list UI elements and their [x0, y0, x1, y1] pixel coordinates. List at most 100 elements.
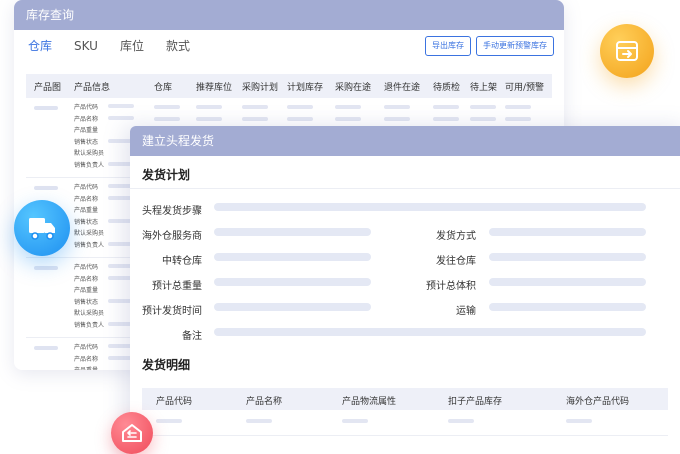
- time-field[interactable]: [214, 303, 371, 311]
- tab-style[interactable]: 款式: [166, 37, 190, 57]
- tab-location[interactable]: 库位: [120, 37, 144, 57]
- remark-field[interactable]: [214, 328, 646, 336]
- product-thumbnail: [34, 106, 58, 110]
- product-thumbnail: [34, 346, 58, 350]
- truck-icon: [29, 218, 55, 240]
- cell-placeholder: [154, 105, 180, 109]
- col-header: 计划库存: [287, 83, 324, 93]
- product-field-label: 销售状态: [74, 138, 99, 146]
- volume-label: 预计总体积: [426, 281, 476, 292]
- product-field-label: 产品重量: [74, 207, 99, 214]
- cell-placeholder: [196, 105, 222, 109]
- transit-field[interactable]: [214, 253, 371, 261]
- detail-col-header: 产品物流属性: [342, 397, 397, 407]
- inventory-title: 库存查询: [14, 0, 564, 30]
- product-field-label: 销售状态: [74, 298, 99, 306]
- product-field-label: 产品代码: [74, 344, 99, 351]
- product-field-label: 默认采购员: [74, 150, 105, 157]
- provider-label: 海外仓服务商: [142, 231, 202, 242]
- product-field-label: 产品重量: [74, 287, 99, 294]
- product-field-label: 产品重量: [74, 365, 98, 370]
- product-field-label: 销售状态: [74, 218, 99, 226]
- detail-section-title: 发货明细: [142, 358, 191, 372]
- detail-col-header: 扣子产品库存: [448, 397, 503, 407]
- cell-placeholder: [505, 105, 531, 109]
- cell-placeholder: [287, 117, 313, 121]
- product-field-label: 默认采购员: [74, 310, 105, 317]
- cell-placeholder: [156, 419, 182, 423]
- cell-placeholder: [505, 117, 531, 121]
- transit-label: 中转仓库: [162, 256, 202, 267]
- cell-placeholder: [384, 117, 410, 121]
- shipment-title: 建立头程发货: [130, 126, 680, 156]
- warehouse-export-icon: [616, 41, 638, 61]
- product-field-value: [108, 104, 134, 108]
- update-alert-inventory-button[interactable]: 手动更新预警库存: [476, 36, 554, 56]
- cell-placeholder: [342, 419, 368, 423]
- product-field-label: 销售负责人: [74, 241, 105, 249]
- shipment-window: 建立头程发货 发货计划 头程发货步骤 海外仓服务商 发货方式 中转仓库 发往仓库…: [130, 126, 680, 454]
- col-header: 产品信息: [74, 83, 111, 93]
- truck-icon[interactable]: [14, 200, 70, 256]
- volume-field[interactable]: [489, 278, 646, 286]
- cell-placeholder: [154, 117, 180, 121]
- detail-table-header: 产品代码 产品名称 产品物流属性 扣子产品库存 海外仓产品代码: [142, 388, 668, 410]
- cell-placeholder: [566, 419, 592, 423]
- cell-placeholder: [470, 117, 496, 121]
- detail-col-header: 产品代码: [156, 397, 193, 407]
- col-header: 产品图: [34, 83, 62, 93]
- product-field-label: 销售负责人: [74, 321, 105, 329]
- product-field-label: 产品重量: [74, 127, 99, 134]
- detail-col-header: 产品名称: [246, 397, 283, 407]
- method-field[interactable]: [489, 228, 646, 236]
- transport-label: 运输: [456, 306, 476, 317]
- product-field-label: 产品代码: [74, 184, 99, 191]
- col-header: 仓库: [154, 83, 173, 93]
- tab-sku[interactable]: SKU: [74, 37, 98, 57]
- provider-field[interactable]: [214, 228, 371, 236]
- time-label: 预计发货时间: [142, 306, 202, 317]
- product-field-label: 产品代码: [74, 264, 99, 271]
- transport-field[interactable]: [489, 303, 646, 311]
- cell-placeholder: [384, 105, 410, 109]
- cell-placeholder: [287, 105, 313, 109]
- home-return-icon: [122, 424, 142, 442]
- inventory-table-header: 产品图 产品信息 仓库 推荐库位 采购计划 计划库存 采购在途 退件在途 待质检…: [26, 74, 552, 98]
- dest-field[interactable]: [489, 253, 646, 261]
- product-field-label: 产品名称: [74, 195, 99, 203]
- cell-placeholder: [335, 117, 361, 121]
- steps-label: 头程发货步骤: [142, 206, 202, 217]
- tab-warehouse[interactable]: 仓库: [28, 37, 52, 57]
- col-header: 待上架: [470, 83, 498, 93]
- home-return-icon[interactable]: [111, 412, 153, 454]
- product-field-label: 产品代码: [74, 104, 99, 111]
- remark-label: 备注: [182, 331, 202, 342]
- col-header: 可用/预警: [505, 83, 545, 93]
- product-field-value: [108, 115, 134, 120]
- weight-label: 预计总重量: [152, 281, 202, 292]
- plan-section-title: 发货计划: [142, 168, 191, 182]
- steps-field[interactable]: [214, 203, 646, 211]
- col-header: 退件在途: [384, 83, 421, 93]
- dest-label: 发往仓库: [436, 256, 476, 267]
- product-field-label: 销售负责人: [74, 161, 105, 169]
- cell-placeholder: [242, 117, 268, 121]
- col-header: 待质检: [433, 83, 461, 93]
- cell-placeholder: [246, 419, 272, 423]
- cell-placeholder: [335, 105, 361, 109]
- cell-placeholder: [433, 105, 459, 109]
- warehouse-export-icon[interactable]: [600, 24, 654, 78]
- inventory-tabs: 仓库 SKU 库位 款式: [28, 37, 212, 57]
- export-inventory-button[interactable]: 导出库存: [425, 36, 471, 56]
- col-header: 采购在途: [335, 83, 372, 93]
- cell-placeholder: [470, 105, 496, 109]
- product-field-label: 默认采购员: [74, 230, 105, 237]
- table-row[interactable]: [142, 410, 668, 436]
- weight-field[interactable]: [214, 278, 371, 286]
- detail-col-header: 海外仓产品代码: [566, 397, 630, 407]
- product-field-label: 产品名称: [74, 275, 99, 283]
- divider: [130, 188, 680, 189]
- product-thumbnail: [34, 266, 58, 270]
- method-label: 发货方式: [436, 231, 476, 242]
- cell-placeholder: [448, 419, 474, 423]
